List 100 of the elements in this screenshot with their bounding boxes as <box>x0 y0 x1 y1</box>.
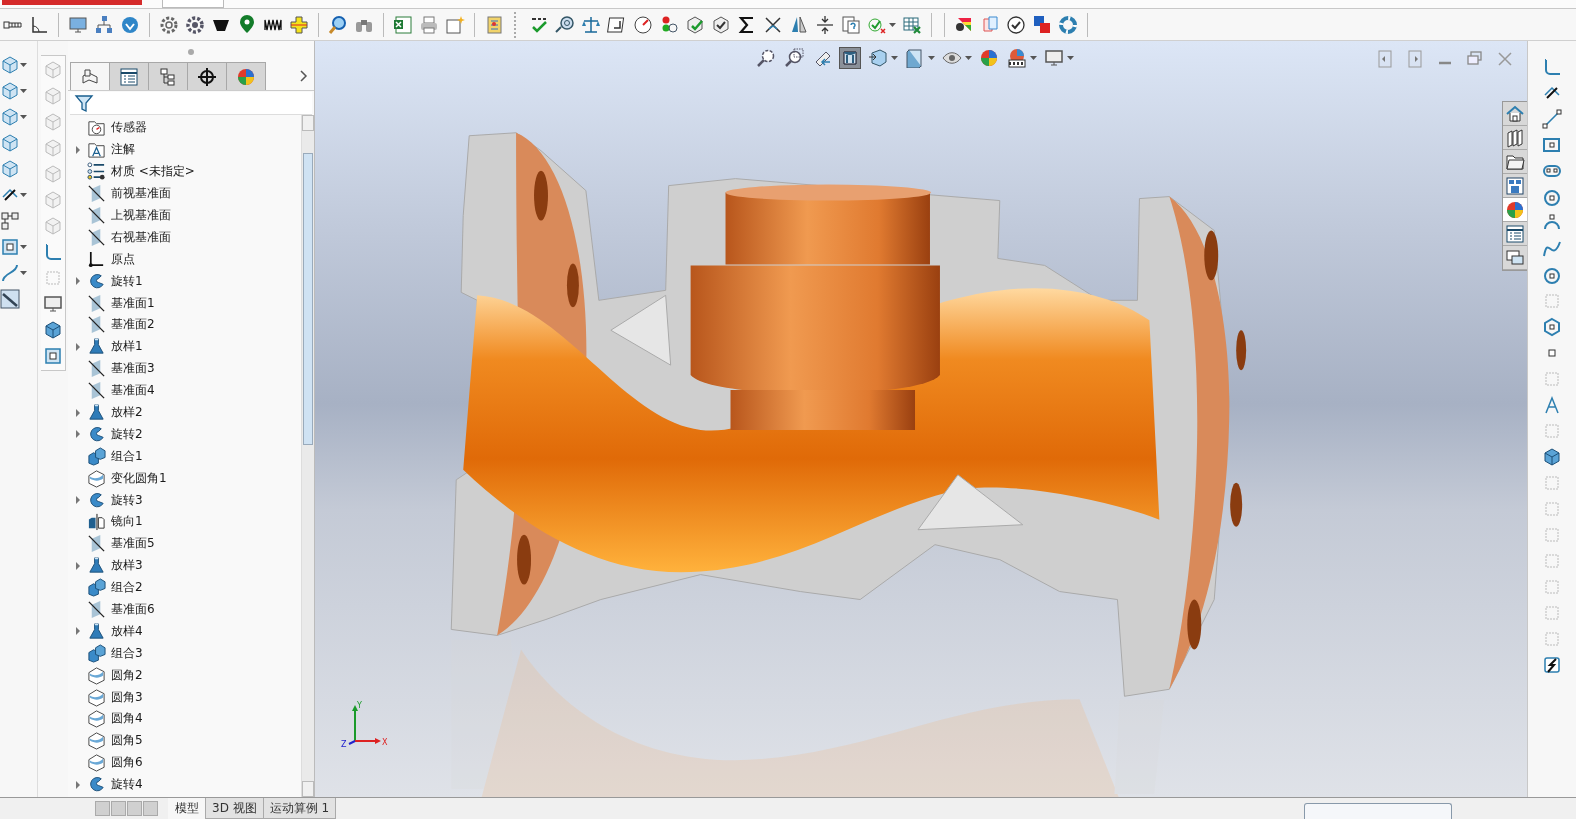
check-circle-icon[interactable] <box>1006 14 1026 35</box>
tree-item-label[interactable]: 旋转1 <box>111 272 143 290</box>
box-check-icon[interactable] <box>711 14 731 35</box>
caret-icon[interactable] <box>889 22 896 27</box>
status-toolbar[interactable] <box>1304 803 1452 819</box>
box-icon[interactable] <box>0 133 20 153</box>
caret-icon[interactable] <box>20 63 27 67</box>
caret-icon[interactable] <box>20 89 27 93</box>
tree-item-label[interactable]: 圆角3 <box>111 688 143 706</box>
tree-item-label[interactable]: 圆角5 <box>111 732 143 750</box>
gear-icon[interactable] <box>185 14 205 35</box>
rapid-sketch-icon[interactable] <box>1542 655 1562 675</box>
caret-icon[interactable] <box>20 245 27 249</box>
zoom-fit-button[interactable] <box>755 47 777 69</box>
text-tool-icon[interactable] <box>1542 395 1562 415</box>
globe-icon[interactable] <box>120 14 140 35</box>
tape-measure-icon[interactable] <box>555 14 575 35</box>
gear-icon[interactable] <box>159 14 179 35</box>
tree-item-label[interactable]: 放样2 <box>111 404 143 421</box>
cube-icon[interactable] <box>42 320 63 340</box>
expand-arrow-icon[interactable] <box>74 561 82 570</box>
tree-item-label[interactable]: 基准面1 <box>111 294 155 312</box>
task-pane-tab[interactable] <box>1503 174 1527 198</box>
stacked-squares-icon[interactable] <box>1032 14 1052 35</box>
task-pane-tab[interactable] <box>1503 102 1527 126</box>
box-icon[interactable] <box>0 81 20 101</box>
box-icon[interactable] <box>0 107 20 127</box>
tree-item-label[interactable]: 镜向1 <box>111 513 143 531</box>
spreadsheet-icon[interactable] <box>393 14 413 35</box>
expand-arrow-icon[interactable] <box>74 780 82 789</box>
box-icon[interactable] <box>0 159 20 179</box>
box-icon[interactable] <box>0 55 20 75</box>
tree-item-label[interactable]: 前视基准面 <box>111 185 171 203</box>
monitor-icon[interactable] <box>42 294 63 314</box>
tree-item-label[interactable]: 传感器 <box>111 119 147 137</box>
compress-icon[interactable] <box>815 14 835 35</box>
section-view-button[interactable] <box>839 47 861 69</box>
tree-item-label[interactable]: 右视基准面 <box>111 228 171 246</box>
cube-icon[interactable] <box>1542 447 1562 467</box>
panel-handle[interactable] <box>188 48 194 55</box>
sheet-tab[interactable]: 3D 视图 <box>205 798 264 819</box>
expand-arrow-icon[interactable] <box>74 408 82 417</box>
tree-item-label[interactable]: 基准面5 <box>111 535 155 553</box>
tree-item-label[interactable]: 放样1 <box>111 338 143 356</box>
layers-icon[interactable] <box>980 14 1000 35</box>
expand-arrow-icon[interactable] <box>74 145 82 154</box>
expand-arrow-icon[interactable] <box>74 277 82 286</box>
tree-item-label[interactable]: 材质 <未指定> <box>111 163 195 181</box>
table-cross-icon[interactable] <box>902 14 922 35</box>
marker-icon[interactable] <box>237 14 257 35</box>
caret-icon[interactable] <box>20 115 27 119</box>
gauge-icon[interactable] <box>633 14 653 35</box>
ruler-icon[interactable] <box>0 289 20 309</box>
sheet-tab[interactable]: 运动算例 1 <box>262 798 337 819</box>
scales-icon[interactable] <box>581 14 601 35</box>
curve-icon[interactable] <box>0 263 20 283</box>
spline-icon[interactable] <box>1542 239 1562 259</box>
expand-arrow-icon[interactable] <box>74 342 82 351</box>
graphics-viewport[interactable]: Y Z X <box>315 41 1527 797</box>
tree-item-label[interactable]: 圆角6 <box>111 754 143 772</box>
tree-item-label[interactable]: 组合3 <box>111 644 143 662</box>
sheet-tab[interactable]: 模型 <box>168 798 206 819</box>
tree-item-label[interactable]: 放样3 <box>111 557 143 575</box>
reference-box-icon[interactable] <box>42 346 63 366</box>
hexagon-icon[interactable] <box>1542 317 1562 337</box>
circle-icon[interactable] <box>1542 187 1562 207</box>
network-icon[interactable] <box>94 14 114 35</box>
panel-tab[interactable] <box>187 62 227 90</box>
chevron-icon[interactable] <box>300 70 308 82</box>
expand-arrow-icon[interactable] <box>74 496 82 505</box>
caret-icon[interactable] <box>928 56 935 60</box>
task-pane-tab[interactable] <box>1503 222 1527 246</box>
printer-icon[interactable] <box>419 14 439 35</box>
cross-icon[interactable] <box>289 14 309 35</box>
tree-item-label[interactable]: 旋转4 <box>111 776 143 794</box>
tree-item-label[interactable]: 组合2 <box>111 579 143 597</box>
document-icon[interactable] <box>445 14 465 35</box>
task-pane-tab[interactable] <box>1503 198 1527 222</box>
tree-item-label[interactable]: 注解 <box>111 141 135 159</box>
tree-item-label[interactable]: 基准面6 <box>111 601 155 619</box>
tree-item-label[interactable]: 上视基准面 <box>111 207 171 224</box>
caret-icon[interactable] <box>1067 56 1074 60</box>
split-solid-icon[interactable] <box>789 14 809 35</box>
tree-item-label[interactable]: 放样4 <box>111 622 143 640</box>
view-cube-button[interactable] <box>867 47 889 69</box>
tree-item-label[interactable]: 基准面3 <box>111 360 155 378</box>
tree-item-label[interactable]: 变化圆角1 <box>111 469 167 487</box>
tree-item-label[interactable]: 旋转3 <box>111 491 143 509</box>
tree-item-label[interactable]: 组合1 <box>111 447 143 465</box>
angle-icon[interactable] <box>29 14 49 35</box>
tree-item-label[interactable]: 圆角4 <box>111 710 143 728</box>
document-query-icon[interactable] <box>841 14 861 35</box>
caret-icon[interactable] <box>20 193 27 197</box>
monitor-button[interactable] <box>1043 47 1065 69</box>
filter-field[interactable] <box>70 92 312 115</box>
tree-item-label[interactable]: 旋转2 <box>111 425 143 443</box>
tree-item-label[interactable]: 圆角2 <box>111 666 143 684</box>
task-pane-tab[interactable] <box>1503 126 1527 150</box>
search-icon[interactable] <box>328 14 348 35</box>
expand-arrow-icon[interactable] <box>74 430 82 439</box>
